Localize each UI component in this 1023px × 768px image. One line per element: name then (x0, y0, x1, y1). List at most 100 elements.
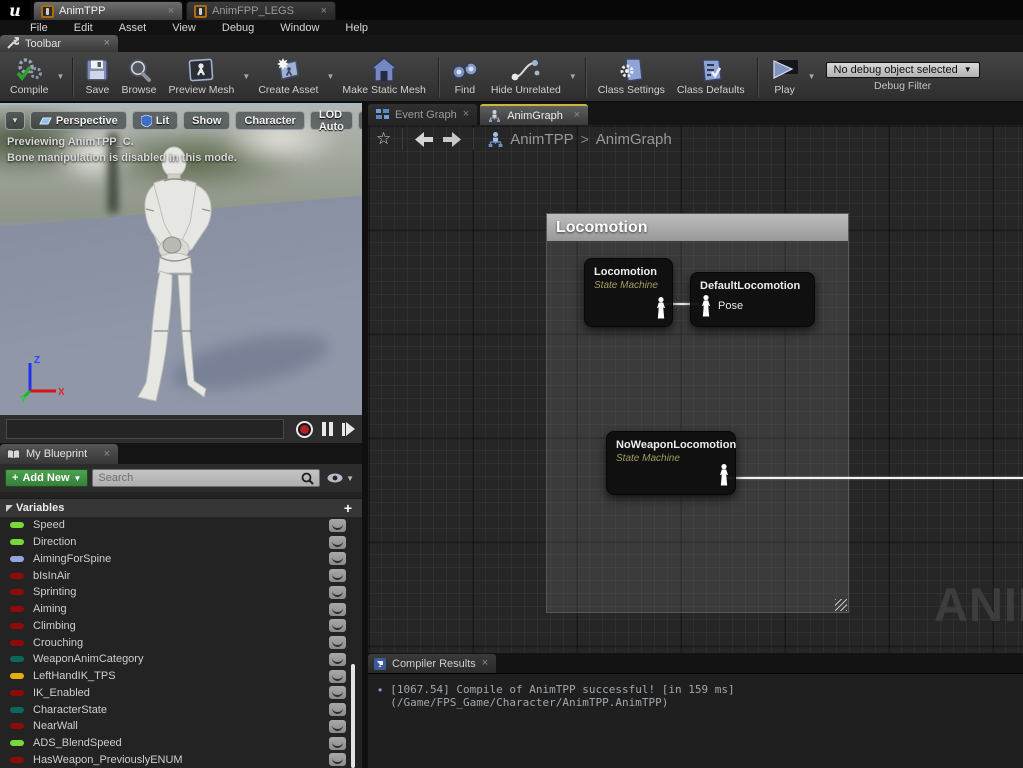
create-asset-button[interactable]: Create Asset (252, 55, 324, 98)
play-button[interactable]: Play (764, 55, 806, 98)
menu-debug[interactable]: Debug (222, 22, 254, 34)
step-forward-button[interactable] (342, 422, 355, 436)
search-box[interactable] (92, 469, 320, 487)
eye-closed-icon[interactable] (329, 737, 346, 750)
variables-section-header[interactable]: Variables + (0, 498, 362, 517)
add-new-button[interactable]: + Add New ▼ (5, 469, 88, 487)
menu-help[interactable]: Help (345, 22, 368, 34)
eye-closed-icon[interactable] (329, 703, 346, 716)
menu-view[interactable]: View (172, 22, 196, 34)
eye-closed-icon[interactable] (329, 753, 346, 766)
variable-row[interactable]: ADS_BlendSpeed (0, 735, 362, 752)
menu-edit[interactable]: Edit (74, 22, 93, 34)
tab-anim-graph[interactable]: AnimGraph × (480, 104, 588, 125)
eye-closed-icon[interactable] (329, 636, 346, 649)
eye-closed-icon[interactable] (329, 653, 346, 666)
asset-tab-animtpp[interactable]: AnimTPP × (33, 1, 183, 20)
playback-speed-button[interactable]: x1.0 (358, 111, 362, 130)
favorite-star-icon[interactable]: ☆ (372, 129, 395, 149)
anim-graph-canvas[interactable]: ☆ AnimTPP > AnimGraph ANI (368, 125, 1023, 653)
comment-header[interactable]: Locomotion (547, 214, 848, 241)
compile-dropdown-caret[interactable]: ▼ (57, 72, 65, 81)
variable-row[interactable]: Crouching (0, 634, 362, 651)
forward-arrow-button[interactable] (438, 132, 466, 147)
eye-closed-icon[interactable] (329, 720, 346, 733)
variable-row[interactable]: Direction (0, 534, 362, 551)
eye-closed-icon[interactable] (329, 686, 346, 699)
my-blueprint-tab[interactable]: My Blueprint × (0, 444, 118, 464)
variables-scrollbar[interactable] (351, 664, 355, 768)
toolbar-tab[interactable]: Toolbar × (0, 35, 118, 52)
class-settings-button[interactable]: Class Settings (592, 55, 671, 98)
pose-pin-icon[interactable] (719, 464, 729, 486)
close-icon[interactable]: × (104, 38, 110, 49)
hide-unrelated-button[interactable]: Hide Unrelated (485, 55, 567, 98)
eye-closed-icon[interactable] (329, 619, 346, 632)
variable-row[interactable]: Aiming (0, 601, 362, 618)
pause-button[interactable] (322, 422, 333, 436)
variable-row[interactable]: Climbing (0, 618, 362, 635)
eye-closed-icon[interactable] (329, 670, 346, 683)
variable-row[interactable]: CharacterState (0, 701, 362, 718)
node-locomotion[interactable]: Locomotion State Machine (584, 258, 673, 327)
variable-row[interactable]: NearWall (0, 718, 362, 735)
compiler-results-tab[interactable]: Compiler Results × (368, 654, 496, 673)
variable-row[interactable]: HasWeapon_PreviouslyENUM (0, 752, 362, 768)
menu-file[interactable]: File (30, 22, 48, 34)
variable-row[interactable]: WeaponAnimCategory (0, 651, 362, 668)
variable-row[interactable]: IK_Enabled (0, 685, 362, 702)
create-asset-dropdown-caret[interactable]: ▼ (326, 72, 334, 81)
variable-row[interactable]: Sprinting (0, 584, 362, 601)
variable-row[interactable]: AimingForSpine (0, 551, 362, 568)
variable-row[interactable]: bIsInAir (0, 567, 362, 584)
close-icon[interactable]: × (463, 109, 469, 120)
perspective-button[interactable]: Perspective (30, 111, 127, 130)
play-dropdown-caret[interactable]: ▼ (808, 72, 816, 81)
lit-button[interactable]: Lit (132, 111, 178, 130)
class-defaults-button[interactable]: Class Defaults (671, 55, 751, 98)
close-icon[interactable]: × (168, 6, 174, 17)
back-arrow-button[interactable] (410, 132, 438, 147)
viewport-options-caret[interactable]: ▼ (5, 111, 25, 130)
preview-mesh-dropdown-caret[interactable]: ▼ (242, 72, 250, 81)
compile-button[interactable]: Compile (4, 55, 55, 98)
save-button[interactable]: Save (79, 55, 115, 98)
close-icon[interactable]: × (321, 6, 327, 17)
close-icon[interactable]: × (574, 110, 580, 121)
node-default-locomotion[interactable]: DefaultLocomotion Pose (690, 272, 815, 327)
eye-closed-icon[interactable] (329, 603, 346, 616)
close-icon[interactable]: × (104, 449, 110, 460)
pose-input-pin[interactable]: Pose (701, 295, 743, 317)
hide-unrelated-dropdown-caret[interactable]: ▼ (569, 72, 577, 81)
search-input[interactable] (98, 472, 301, 484)
menu-asset[interactable]: Asset (119, 22, 147, 34)
eye-closed-icon[interactable] (329, 569, 346, 582)
comment-resize-handle[interactable] (835, 599, 847, 611)
preview-mesh-button[interactable]: Preview Mesh (162, 55, 240, 98)
show-button[interactable]: Show (183, 111, 230, 130)
pose-pin-icon[interactable] (656, 297, 666, 319)
add-variable-button[interactable]: + (340, 501, 356, 515)
tab-event-graph[interactable]: Event Graph × (368, 104, 477, 125)
asset-tab-animfpp-legs[interactable]: AnimFPP_LEGS × (186, 1, 336, 20)
preview-viewport[interactable]: ▼ Perspective Lit Show Character LOD Aut… (0, 103, 362, 415)
debug-object-dropdown[interactable]: No debug object selected ▼ (826, 62, 980, 78)
breadcrumb-root[interactable]: AnimTPP (510, 131, 573, 148)
timeline-track[interactable] (6, 419, 284, 439)
breadcrumb-current[interactable]: AnimGraph (596, 131, 672, 148)
character-button[interactable]: Character (235, 111, 304, 130)
eye-closed-icon[interactable] (329, 552, 346, 565)
visibility-options-button[interactable]: ▼ (324, 473, 357, 483)
eye-closed-icon[interactable] (329, 519, 346, 532)
node-no-weapon-locomotion[interactable]: NoWeaponLocomotion State Machine (606, 431, 736, 495)
record-button[interactable] (296, 421, 313, 438)
browse-button[interactable]: Browse (115, 55, 162, 98)
close-icon[interactable]: × (482, 658, 488, 669)
variable-row[interactable]: LeftHandIK_TPS (0, 668, 362, 685)
eye-closed-icon[interactable] (329, 536, 346, 549)
lod-auto-button[interactable]: LOD Auto (310, 111, 353, 130)
eye-closed-icon[interactable] (329, 586, 346, 599)
find-button[interactable]: Find (445, 55, 485, 98)
menu-window[interactable]: Window (280, 22, 319, 34)
make-static-mesh-button[interactable]: Make Static Mesh (336, 55, 431, 98)
